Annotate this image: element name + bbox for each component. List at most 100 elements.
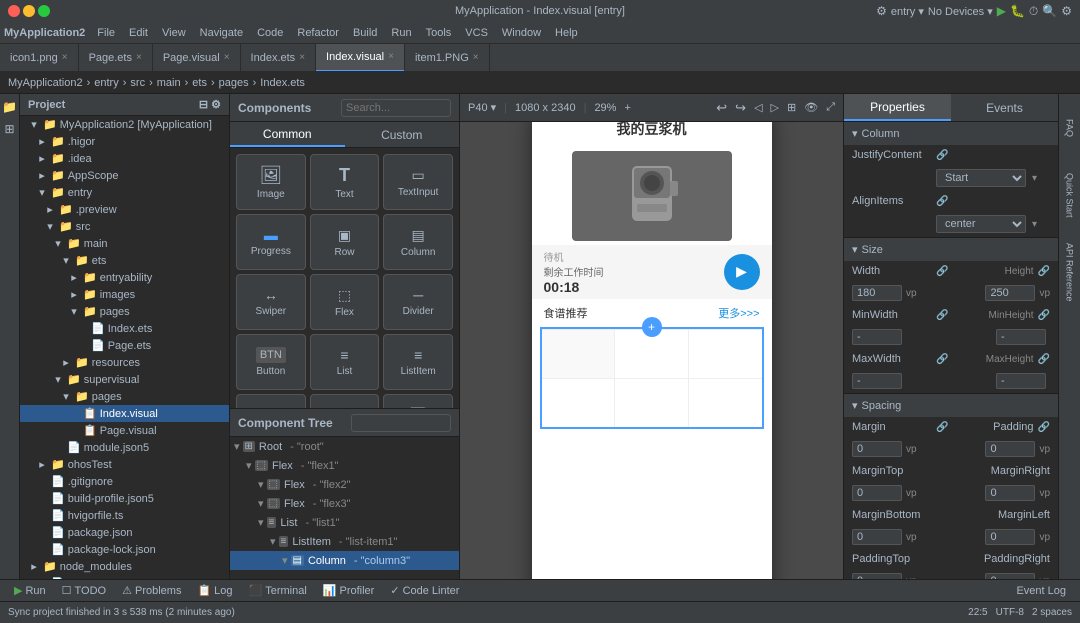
minheight-input[interactable] (996, 329, 1046, 345)
menu-edit[interactable]: Edit (123, 25, 154, 41)
menu-build[interactable]: Build (347, 25, 383, 41)
bottom-tab-log[interactable]: 📋 Log (191, 582, 238, 599)
tree-item-ets[interactable]: ▾ 📁 ets (20, 252, 229, 269)
tab-close-icon[interactable]: × (388, 51, 394, 62)
tab-close-icon[interactable]: × (62, 52, 68, 63)
comp-timepicker[interactable]: 00:00 TimePicker (310, 394, 380, 408)
marginright-input[interactable] (985, 485, 1035, 501)
comp-image[interactable]: 🖼 Image (236, 154, 306, 210)
window-close-button[interactable] (8, 5, 20, 17)
tree-item-pages[interactable]: ▾ 📁 pages (20, 303, 229, 320)
tree-item-images[interactable]: ▸ 📁 images (20, 286, 229, 303)
comp-list[interactable]: ≡ List (310, 334, 380, 390)
tree-item-higor[interactable]: ▸ 📁 .higor (20, 133, 229, 150)
tree-item-page-ets[interactable]: 📄 Page.ets (20, 337, 229, 354)
tab-close-icon[interactable]: × (136, 52, 142, 63)
vsidebar-item-quickstart[interactable]: Quick Start (1063, 160, 1077, 230)
margintop-input[interactable] (852, 485, 902, 501)
marginbottom-input[interactable] (852, 529, 902, 545)
tree-item-main[interactable]: ▾ 📁 main (20, 235, 229, 252)
tab-index-visual[interactable]: Index.visual × (316, 44, 405, 72)
project-icon[interactable]: 📁 (1, 98, 19, 116)
tree-item-build-profile[interactable]: 📄 build-profile.json5 (20, 490, 229, 507)
comp-button[interactable]: BTN Button (236, 334, 306, 390)
tree-item-entryability[interactable]: ▸ 📁 entryability (20, 269, 229, 286)
prop-link-icon6[interactable]: 🔗 (1038, 310, 1050, 321)
tree-item-resources[interactable]: ▸ 📁 resources (20, 354, 229, 371)
tab-item1-png[interactable]: item1.PNG × (405, 44, 490, 72)
gear-icon[interactable]: ⚙ (211, 98, 221, 111)
comp-refresh[interactable]: ↻ Refresh (236, 394, 306, 408)
width-input[interactable] (852, 285, 902, 301)
tree-item-page-visual[interactable]: 📋 Page.visual (20, 422, 229, 439)
bottom-tab-profiler[interactable]: 📊 Profiler (317, 582, 381, 599)
structure-icon[interactable]: ⊞ (1, 120, 19, 138)
tree-item-preview[interactable]: ▸ 📁 .preview (20, 201, 229, 218)
tree-item-idea[interactable]: ▸ 📁 .idea (20, 150, 229, 167)
zoom-fit-icon[interactable]: ⤢ (826, 101, 835, 114)
window-minimize-button[interactable] (23, 5, 35, 17)
bottom-tab-run[interactable]: ▶ Run (8, 582, 52, 599)
debug-icon[interactable]: 🐛 (1010, 4, 1025, 18)
comp-tree-root[interactable]: ▾ ⊞ Root - "root" (230, 437, 459, 456)
profile-icon[interactable]: ⏱ (1029, 4, 1038, 19)
tab-page-visual[interactable]: Page.visual × (153, 44, 241, 72)
tree-item-package[interactable]: 📄 package.json (20, 524, 229, 541)
preview-icon[interactable]: 👁 (804, 101, 818, 114)
device-selector[interactable]: P40 ▾ (468, 101, 496, 114)
height-input[interactable] (985, 285, 1035, 301)
prop-link-icon5[interactable]: 🔗 (936, 310, 948, 321)
redo-icon[interactable]: ↪ (735, 100, 746, 116)
tree-item-ohostest[interactable]: ▸ 📁 ohosTest (20, 456, 229, 473)
tree-item-src[interactable]: ▾ 📁 src (20, 218, 229, 235)
tab-common[interactable]: Common (230, 122, 345, 147)
comp-swiper[interactable]: ↔ Swiper (236, 274, 306, 330)
settings-icon[interactable]: ⚙ (876, 4, 887, 18)
menu-code[interactable]: Code (251, 25, 289, 41)
tab-page-ets[interactable]: Page.ets × (79, 44, 153, 72)
prop-link-margin[interactable]: 🔗 (936, 422, 948, 433)
tab-events[interactable]: Events (951, 94, 1058, 121)
search-icon-toolbar[interactable]: 🔍 (1042, 4, 1057, 18)
tree-item-supervisual[interactable]: ▾ 📁 supervisual (20, 371, 229, 388)
comp-tree-list1[interactable]: ▾ ≡ List - "list1" (230, 513, 459, 532)
components-search-input[interactable] (346, 102, 446, 114)
comp-tree-flex1[interactable]: ▾ ⬚ Flex - "flex1" (230, 456, 459, 475)
tree-item-gitignore[interactable]: 📄 .gitignore (20, 473, 229, 490)
minwidth-input[interactable] (852, 329, 902, 345)
prop-link-icon2[interactable]: 🔗 (936, 196, 948, 207)
comp-text[interactable]: T Text (310, 154, 380, 210)
tab-custom[interactable]: Custom (345, 122, 460, 147)
prop-link-icon8[interactable]: 🔗 (1038, 354, 1050, 365)
tree-item-node-modules[interactable]: ▸ 📁 node_modules (20, 558, 229, 575)
comp-tree-column3[interactable]: ▾ ▤ Column - "column3" (230, 551, 459, 570)
prop-link-icon4[interactable]: 🔗 (1038, 266, 1050, 277)
undo-icon[interactable]: ↩ (716, 100, 727, 116)
maxheight-input[interactable] (996, 373, 1046, 389)
menu-refactor[interactable]: Refactor (291, 25, 345, 41)
event-log-button[interactable]: Event Log (1010, 583, 1072, 599)
comp-progress[interactable]: ▬ Progress (236, 214, 306, 270)
comp-divider[interactable]: ─ Divider (383, 274, 453, 330)
vsidebar-item-apireference[interactable]: API Reference (1063, 232, 1077, 312)
prop-section-size-header[interactable]: ▾ Size (844, 238, 1058, 261)
comp-textpicker[interactable]: 🔤 TextPicker (383, 394, 453, 408)
tree-item-myapplication[interactable]: ▾ 📁 MyApplication2 [MyApplication] (20, 116, 229, 133)
canvas-nav-forward[interactable]: ▷ (771, 101, 779, 114)
comp-tree-flex2[interactable]: ▾ ⬚ Flex - "flex2" (230, 475, 459, 494)
prop-link-padding[interactable]: 🔗 (1038, 422, 1050, 433)
tab-close-icon[interactable]: × (473, 52, 479, 63)
bottom-tab-terminal[interactable]: ⬛ Terminal (243, 582, 313, 599)
collapse-icon[interactable]: ⊟ (199, 98, 208, 111)
device-play-button[interactable]: ▶ (724, 254, 760, 290)
marginleft-input[interactable] (985, 529, 1035, 545)
tab-close-icon[interactable]: × (299, 52, 305, 63)
tree-item-entry[interactable]: ▾ 📁 entry (20, 184, 229, 201)
menu-window[interactable]: Window (496, 25, 547, 41)
menu-vcs[interactable]: VCS (459, 25, 494, 41)
menu-file[interactable]: File (91, 25, 121, 41)
tree-item-index-visual[interactable]: 📋 Index.visual (20, 405, 229, 422)
zoom-plus-icon[interactable]: + (624, 102, 630, 114)
prop-section-spacing-header[interactable]: ▾ Spacing (844, 394, 1058, 417)
bottom-tab-todo[interactable]: ☐ TODO (56, 582, 112, 599)
